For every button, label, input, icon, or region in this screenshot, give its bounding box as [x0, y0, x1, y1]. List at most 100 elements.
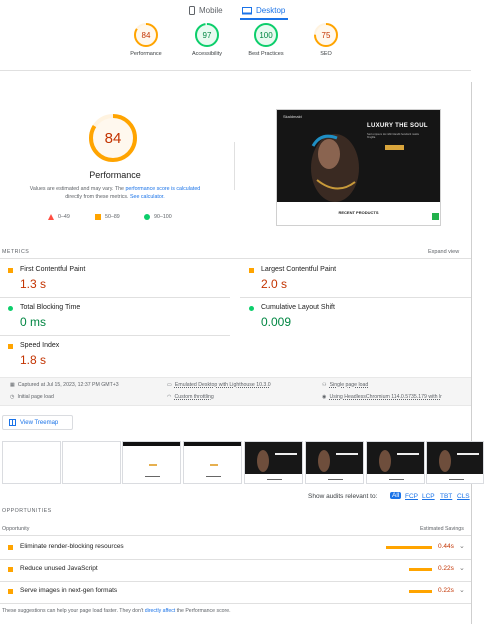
people-icon: ⚇ [322, 382, 327, 388]
runinfo-text: Initial page load [17, 394, 54, 400]
legend-pass: 90–100 [144, 214, 172, 220]
average-square-icon [249, 268, 254, 273]
view-treemap-label: View Treemap [20, 419, 59, 426]
svg-text:84: 84 [105, 130, 122, 147]
triangle-icon [48, 214, 54, 220]
metric-name: Total Blocking Time [20, 304, 81, 311]
runinfo-text: Captured at Jul 15, 2023, 12:37 PM GMT+3 [17, 382, 119, 388]
score-gauge-accessibility[interactable]: 97 Accessibility [177, 22, 237, 57]
treemap-icon [9, 419, 16, 426]
site-brand: Skaldmakt [283, 114, 302, 119]
chrome-icon: ◉ [322, 394, 327, 400]
phone-icon [189, 6, 195, 15]
square-icon [95, 214, 101, 220]
site-hero-text: Sed ut ipsum dui nibh blandit hendrerit … [367, 133, 419, 140]
legend-average: 50–89 [95, 214, 120, 220]
filmstrip-frame [305, 441, 364, 484]
opportunity-name: Eliminate render-blocking resources [20, 543, 124, 550]
savings-bar [386, 546, 432, 549]
tab-desktop-label: Desktop [256, 6, 286, 15]
runinfo-throttling: ◠ Custom throttling [167, 394, 214, 400]
metric-value: 0.009 [261, 315, 292, 329]
average-square-icon [8, 545, 13, 550]
performance-note: Values are estimated and may vary. The p… [10, 185, 220, 201]
divider [0, 335, 230, 336]
svg-text:75: 75 [322, 31, 331, 40]
score-gauge-seo[interactable]: 75 SEO [296, 22, 356, 57]
score-label: Accessibility [192, 51, 222, 57]
view-treemap-button[interactable]: View Treemap [2, 415, 73, 430]
metric-value: 1.8 s [20, 353, 47, 367]
footer-note: These suggestions can help your page loa… [2, 608, 231, 614]
average-square-icon [8, 268, 13, 273]
score-gauge-best-practices[interactable]: 100 Best Practices [236, 22, 296, 57]
divider [0, 258, 471, 259]
note-text: directly from these metrics. [65, 194, 130, 200]
chat-bubble-icon [432, 213, 439, 220]
svg-text:84: 84 [142, 31, 151, 40]
desktop-icon: ▭ [167, 382, 172, 388]
divider [0, 535, 471, 536]
metric-name: Largest Contentful Paint [261, 266, 337, 273]
tab-underline [240, 18, 288, 20]
runinfo-captured: ▦ Captured at Jul 15, 2023, 12:37 PM GMT+… [10, 382, 119, 388]
runinfo-text: Using HeadlessChromium 114.0.5735.179 wi… [329, 394, 442, 400]
tab-mobile[interactable]: Mobile [189, 6, 223, 15]
filter-all[interactable]: All [390, 492, 402, 499]
filter-lcp[interactable]: LCP [422, 493, 435, 500]
score-gauge-performance[interactable]: 84 Performance [116, 22, 176, 57]
filmstrip-frame [2, 441, 61, 484]
directly-affect-link[interactable]: directly affect [145, 608, 175, 614]
filmstrip-frame [244, 441, 303, 484]
savings-bar [409, 568, 432, 571]
opportunity-row[interactable]: Reduce unused JavaScript 0.22s ⌄ [0, 559, 480, 580]
site-hero-button [385, 145, 404, 150]
opportunities-title: OPPORTUNITIES [2, 508, 52, 514]
tab-desktop[interactable]: Desktop [242, 6, 285, 15]
gauge-ring: 97 [195, 23, 219, 47]
final-screenshot[interactable]: Skaldmakt LUXURY THE SOUL Sed ut ipsum d… [276, 109, 441, 226]
filmstrip-frame [426, 441, 484, 484]
see-calculator-link[interactable]: See calculator. [130, 194, 165, 200]
metric-value: 0 ms [20, 315, 47, 329]
pass-circle-icon [249, 306, 254, 311]
metric-value: 1.3 s [20, 277, 47, 291]
footer-text: the Performance score. [175, 608, 231, 614]
footer-text: These suggestions can help your page loa… [2, 608, 145, 614]
legend-fail: 0–49 [48, 214, 70, 220]
opportunity-column: Opportunity [2, 526, 30, 532]
site-hero-title: LUXURY THE SOUL [367, 123, 428, 129]
legend-label: 50–89 [105, 214, 120, 220]
circle-icon [144, 214, 150, 220]
average-square-icon [8, 567, 13, 572]
pass-circle-icon [8, 306, 13, 311]
savings-column: Estimated Savings [420, 526, 464, 532]
runinfo-browser: ◉ Using HeadlessChromium 114.0.5735.179 w… [322, 394, 442, 400]
metric-name: First Contentful Paint [20, 266, 86, 273]
metric-name: Cumulative Layout Shift [261, 304, 335, 311]
svg-text:100: 100 [259, 31, 273, 40]
filter-cls[interactable]: CLS [457, 493, 470, 500]
runinfo-single: ⚇ Single page load [322, 382, 368, 388]
opportunity-row[interactable]: Eliminate render-blocking resources 0.44… [0, 537, 480, 558]
score-label: Best Practices [248, 51, 284, 57]
opportunity-name: Reduce unused JavaScript [20, 565, 98, 572]
svg-text:97: 97 [203, 31, 212, 40]
filter-fcp[interactable]: FCP [405, 493, 418, 500]
chevron-down-icon[interactable]: ⌄ [459, 564, 465, 572]
performance-title: Performance [89, 170, 141, 180]
expand-view-link[interactable]: Expand view [428, 249, 459, 255]
filter-tbt[interactable]: TBT [440, 493, 452, 500]
metrics-title: METRICS [2, 249, 30, 255]
tab-mobile-label: Mobile [199, 6, 223, 15]
chevron-down-icon[interactable]: ⌄ [459, 542, 465, 550]
opportunity-row[interactable]: Serve images in next-gen formats 0.22s ⌄ [0, 581, 480, 602]
gauge-ring: 75 [314, 23, 338, 47]
divider [0, 603, 471, 604]
divider [0, 70, 471, 71]
desktop-icon [242, 6, 252, 14]
performance-score-link[interactable]: performance score is calculated [125, 186, 200, 192]
runinfo-text: Custom throttling [174, 394, 214, 400]
chevron-down-icon[interactable]: ⌄ [459, 586, 465, 594]
filmstrip-frame [122, 441, 181, 484]
